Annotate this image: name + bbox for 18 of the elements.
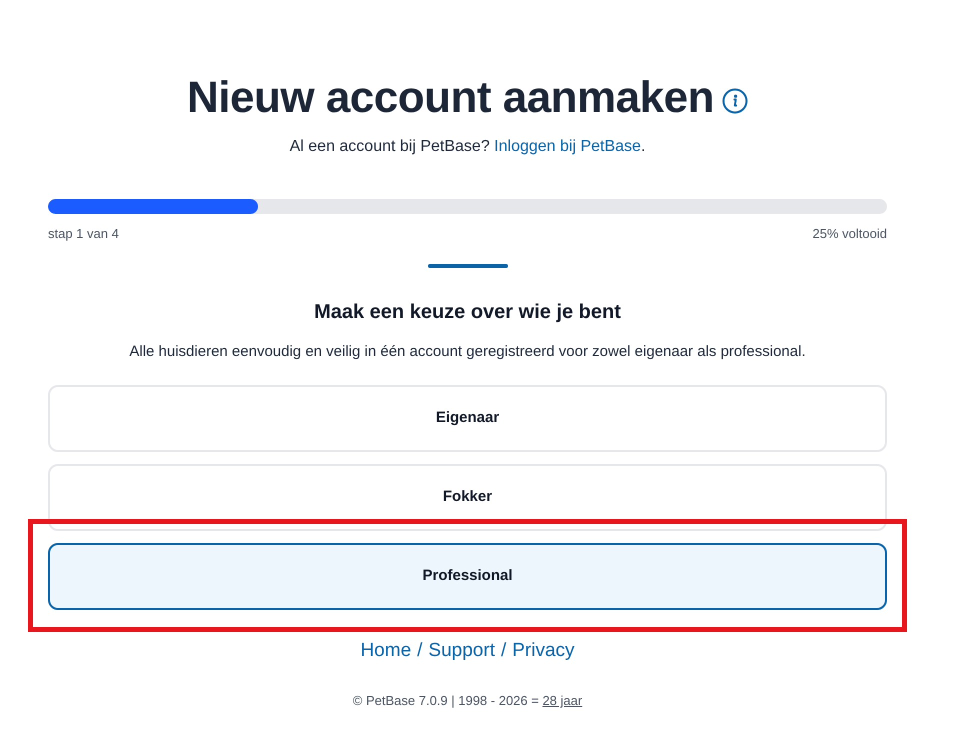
footer-link[interactable]: Home — [360, 638, 412, 664]
footer-link[interactable]: Support — [428, 638, 495, 664]
info-icon[interactable] — [722, 88, 748, 114]
link-separator: / — [417, 639, 422, 663]
copyright-text: © PetBase 7.0.9 | 1998 - 2026 = 28 jaar — [352, 692, 582, 710]
login-prompt: Al een account bij PetBase? Inloggen bij PetBase. — [290, 137, 646, 157]
role-option[interactable]: Eigenaar — [48, 385, 887, 452]
years-link[interactable]: 28 jaar — [542, 693, 582, 708]
section-heading: Maak een keuze over wie je bent — [314, 300, 621, 325]
role-option[interactable]: Fokker — [48, 464, 887, 531]
footer-link[interactable]: Privacy — [512, 638, 575, 664]
step-label: stap 1 van 4 — [48, 225, 119, 243]
page-title: Nieuw account aanmaken — [187, 72, 714, 124]
percent-label: 25% voltooid — [812, 225, 887, 243]
section-description: Alle huisdieren eenvoudig en veilig in één account geregistreerd voor zowel eigenaar als professional. — [129, 342, 806, 362]
login-link[interactable]: Inloggen bij PetBase — [494, 138, 641, 155]
role-option[interactable]: Professional — [48, 543, 887, 610]
link-separator: / — [500, 639, 506, 663]
